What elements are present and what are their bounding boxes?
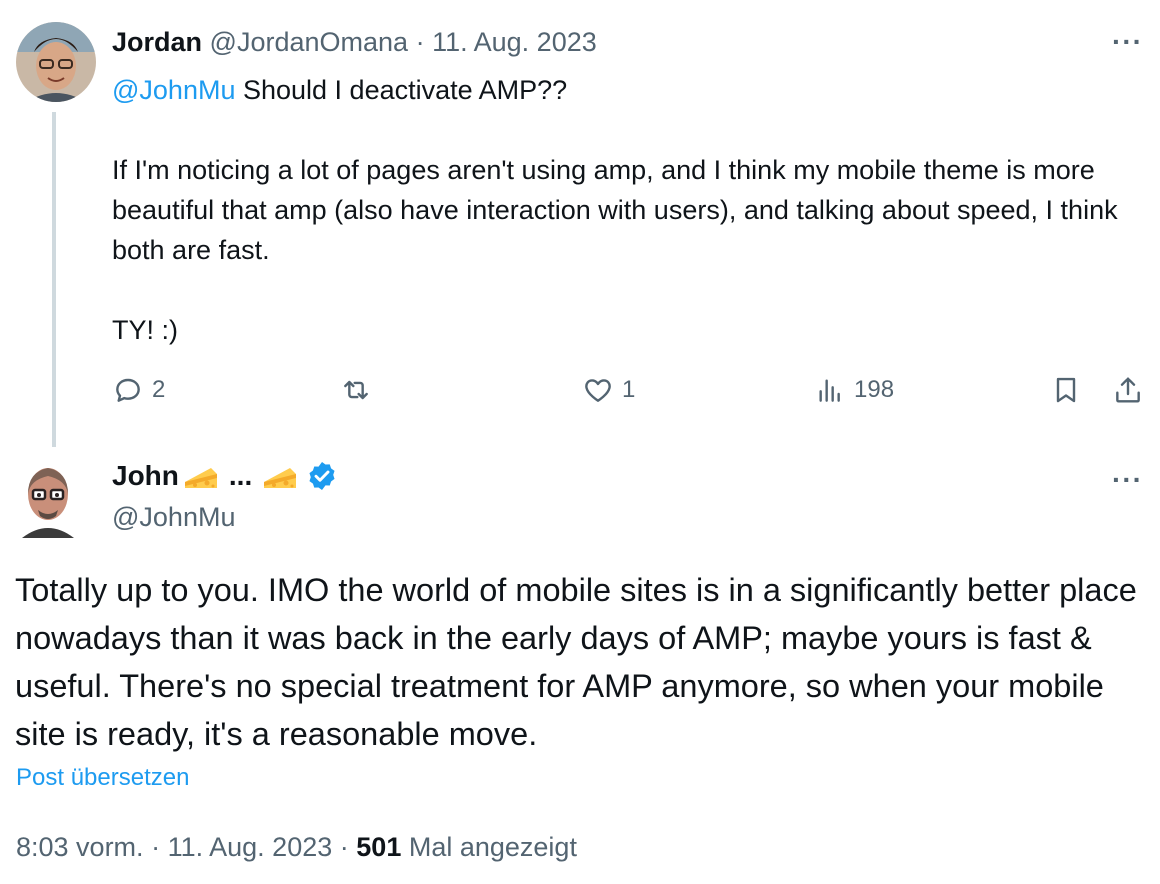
views-icon [819,379,840,402]
reply-closing: TY! :) [112,315,178,345]
bookmark-action-button[interactable] [1050,374,1082,406]
post-time[interactable]: 8:03 vorm. [16,832,144,862]
header-separator: · [415,27,425,57]
main-more-button[interactable]: ··· [1112,466,1143,494]
more-dots-icon: ··· [1112,464,1143,495]
heart-icon [585,379,611,402]
main-author-name-row[interactable]: John ... [112,458,338,494]
meta-separator: · [151,832,161,862]
reply-date[interactable]: 11. Aug. 2023 [432,27,597,57]
post-date[interactable]: 11. Aug. 2023 [168,832,333,862]
cheese-emoji-icon [264,468,297,488]
reply-text: @JohnMu Should I deactivate AMP?? If I'm… [112,70,1132,350]
retweet-icon [344,380,368,400]
name-ellipsis: ... [228,460,253,491]
reply-header: Jordan @JordanOmana · 11. Aug. 2023 [112,24,597,60]
cheese-emoji-icon [184,468,217,488]
reply-icon [116,378,140,402]
retweet-action-button[interactable] [340,374,372,406]
translate-post-link[interactable]: Post übersetzen [16,764,189,792]
views-count: 198 [854,376,895,403]
main-tweet-text: Totally up to you. IMO the world of mobi… [15,572,1137,752]
reply-paragraph: If I'm noticing a lot of pages aren't us… [112,155,1118,265]
views-label: Mal angezeigt [401,832,577,862]
share-icon [1116,377,1140,403]
johnmu-avatar[interactable] [16,458,80,538]
reply-first-line: Should I deactivate AMP?? [235,75,568,105]
views-action-button[interactable]: 198 [814,374,894,406]
main-author-handle[interactable]: @JohnMu [112,500,235,534]
thread-connector-line [52,112,56,447]
mention-link[interactable]: @JohnMu [112,75,235,105]
reply-count: 2 [152,376,166,403]
like-action-button[interactable]: 1 [582,374,635,406]
main-author-name: John [112,460,179,491]
jordan-avatar[interactable] [16,22,96,102]
reply-more-button[interactable]: ··· [1112,28,1143,56]
reply-author-handle[interactable]: @JordanOmana [210,27,409,57]
reply-action-button[interactable]: 2 [112,374,165,406]
like-count: 1 [622,376,636,403]
main-tweet-meta: 8:03 vorm. · 11. Aug. 2023 · 501 Mal ang… [16,832,577,863]
share-action-button[interactable] [1112,374,1144,406]
views-count-main: 501 [356,832,402,862]
bookmark-icon [1056,377,1076,403]
more-dots-icon: ··· [1112,26,1143,57]
meta-separator: · [339,832,349,862]
reply-author-name[interactable]: Jordan [112,27,202,57]
verified-badge-icon[interactable] [306,460,338,492]
